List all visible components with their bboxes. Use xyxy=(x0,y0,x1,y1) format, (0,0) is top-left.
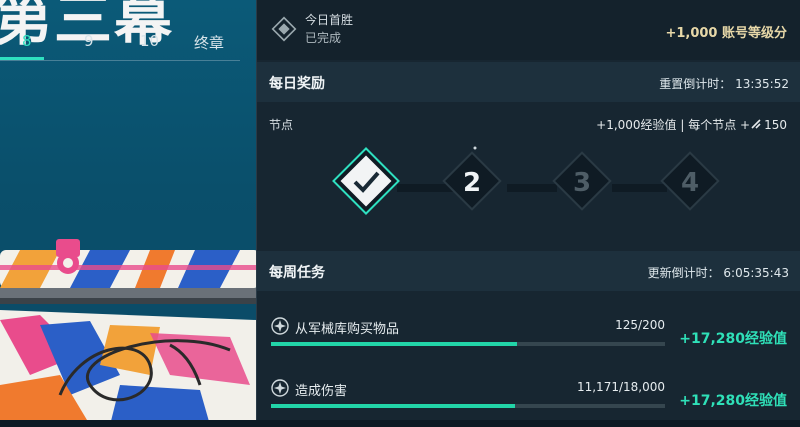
daily-reset-timer: 重置倒计时： 13:35:52 xyxy=(659,77,789,91)
mission-name: 从军械库购买物品 xyxy=(295,322,400,337)
node-connector xyxy=(507,184,557,192)
daily-node-3: 3 xyxy=(552,151,612,211)
nodes-label: 节点 xyxy=(269,118,294,132)
first-win-diamond-icon xyxy=(271,16,297,42)
tab-chapter-9[interactable]: 9 xyxy=(84,32,94,50)
mission-xp-reward: +17,280经验值 xyxy=(679,331,787,347)
mission-star-icon xyxy=(271,379,289,397)
battlepass-panel: 第三幕 8 9 10 终章 xyxy=(0,0,256,420)
node-label: 4 xyxy=(681,168,699,198)
nodes-reward-text: +1,000经验值 | 每个节点 + xyxy=(596,118,751,132)
mission-star-icon xyxy=(271,317,289,335)
weekly-mission-2[interactable]: 造成伤害 11,171/18,000 +17,280经验值 xyxy=(257,367,800,427)
mission-progress: 11,171/18,000 xyxy=(576,380,665,394)
daily-nodes-track: 2 3 4 xyxy=(332,146,720,215)
missions-panel: 今日首胜 已完成 +1,000 账号等级分 每日奖励 重置倒计时： 13:35:… xyxy=(256,0,800,420)
weekly-missions-header: 每周任务 更新倒计时： 6:05:35:43 xyxy=(257,251,800,291)
mission-progress-fill xyxy=(271,342,518,346)
tab-chapter-finale[interactable]: 终章 xyxy=(194,32,224,53)
nodes-reward-amount: 150 xyxy=(764,118,787,132)
currency-icon xyxy=(751,119,761,129)
weekly-missions-title: 每周任务 xyxy=(269,265,325,281)
mission-progress: 125/200 xyxy=(615,318,665,332)
first-win-row: 今日首胜 已完成 +1,000 账号等级分 xyxy=(257,0,800,60)
mission-name: 造成伤害 xyxy=(295,384,348,399)
nodes-reward: +1,000经验值 | 每个节点 + 150 xyxy=(596,116,787,133)
first-win-status: 已完成 xyxy=(305,31,342,45)
chapter-tabs: 8 9 10 终章 xyxy=(0,28,256,58)
daily-rewards-header: 每日奖励 重置倒计时： 13:35:52 xyxy=(257,62,800,102)
mission-progress-bar xyxy=(271,342,665,346)
tab-chapter-8[interactable]: 8 xyxy=(22,32,32,50)
weapon-skin-image xyxy=(0,239,256,420)
daily-node-2: 2 xyxy=(442,151,502,211)
node-label: 2 xyxy=(463,168,481,198)
daily-node-4: 4 xyxy=(660,151,720,211)
mission-xp-reward: +17,280经验值 xyxy=(679,393,787,409)
node-label: 3 xyxy=(573,168,591,198)
tabs-divider xyxy=(0,60,240,61)
weekly-mission-1[interactable]: 从军械库购买物品 125/200 +17,280经验值 xyxy=(257,305,800,365)
daily-rewards-title: 每日奖励 xyxy=(269,76,325,92)
mission-progress-bar xyxy=(271,404,665,408)
mission-progress-fill xyxy=(271,404,516,408)
first-win-title: 今日首胜 xyxy=(305,13,354,27)
node-connector xyxy=(612,184,667,192)
daily-node-1 xyxy=(332,147,400,215)
first-win-reward: +1,000 账号等级分 xyxy=(665,26,787,41)
tab-chapter-10[interactable]: 10 xyxy=(140,32,159,50)
weekly-reset-timer: 更新倒计时： 6:05:35:43 xyxy=(647,266,789,280)
